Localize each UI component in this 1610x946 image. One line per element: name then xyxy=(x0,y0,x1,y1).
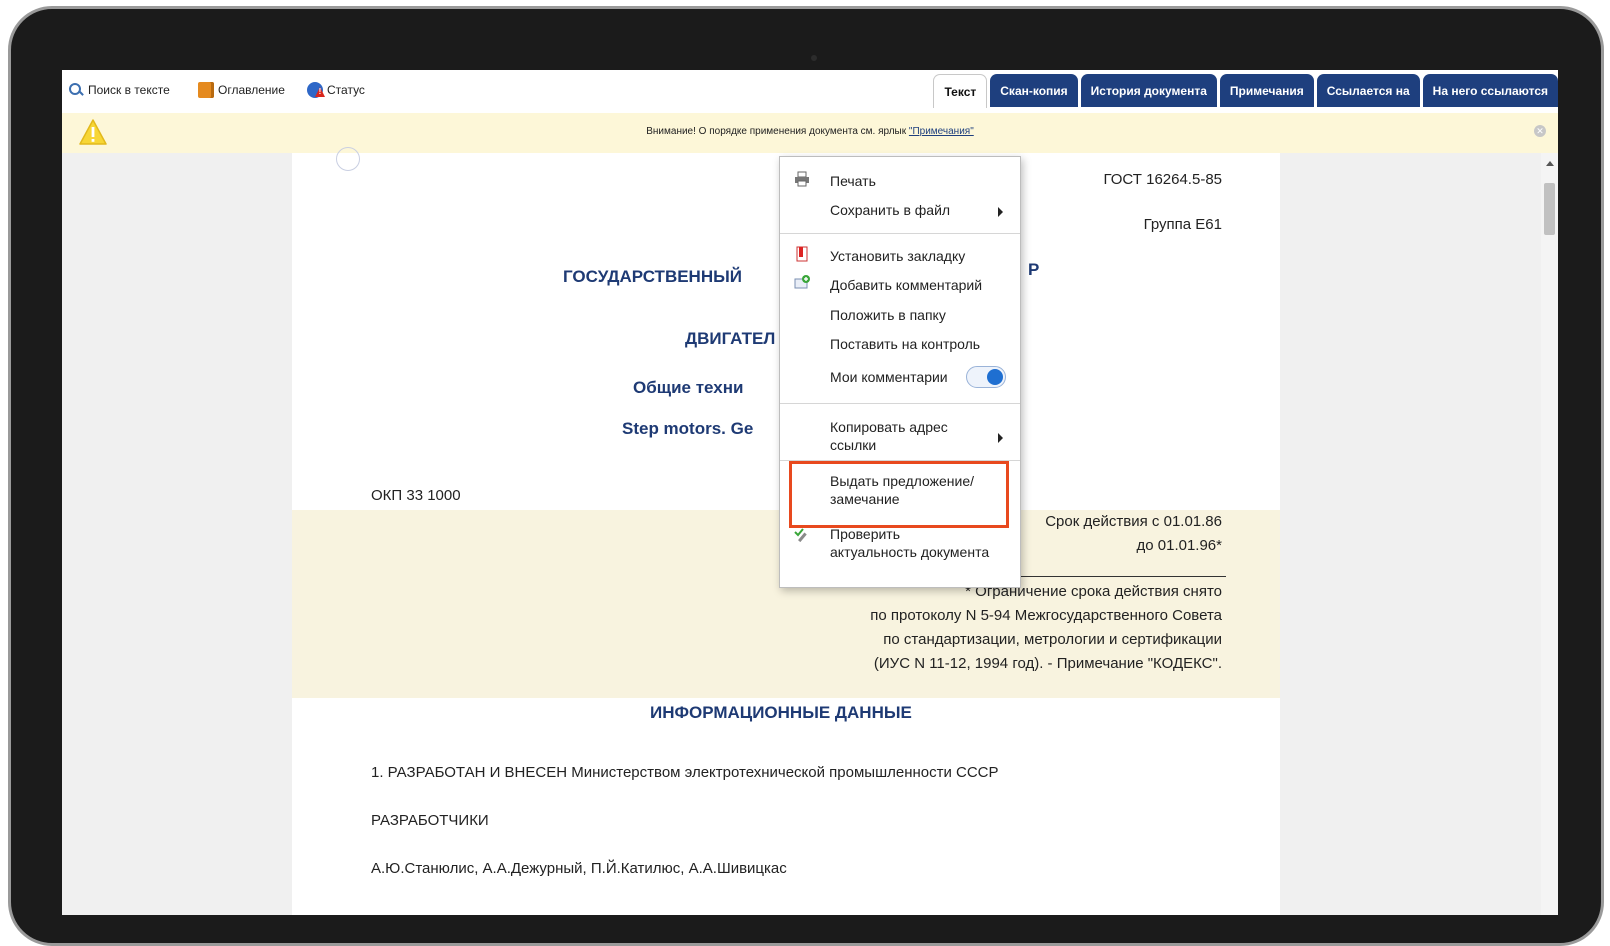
tab-references[interactable]: Ссылается на xyxy=(1316,74,1420,107)
tab-referenced-by[interactable]: На него ссылаются xyxy=(1422,74,1558,107)
search-label: Поиск в тексте xyxy=(88,83,170,97)
vertical-scrollbar[interactable] xyxy=(1541,153,1558,915)
note-line-2: по протоколу N 5-94 Межгосударственного … xyxy=(870,607,1222,624)
validity-line-2: до 01.01.96* xyxy=(1136,537,1223,554)
note-line-4: (ИУС N 11-12, 1994 год). - Примечание "К… xyxy=(873,655,1222,672)
title-line-1: ГОСУДАРСТВЕННЫЙ xyxy=(563,267,742,286)
paragraph-authors: А.Ю.Станюлис, А.А.Дежурный, П.Й.Катилюс,… xyxy=(371,860,787,877)
title-line-4: Step motors. Ge xyxy=(622,419,754,438)
tab-document-history[interactable]: История документа xyxy=(1080,74,1217,107)
document-tabs: Текст Скан-копия История документа Приме… xyxy=(930,74,1558,108)
status-label: Статус xyxy=(327,83,365,97)
gost-number: ГОСТ 16264.5-85 xyxy=(1103,171,1222,188)
validity-line-1: Срок действия с 01.01.86 xyxy=(1045,513,1222,530)
notice-text: Внимание! О порядке применения документа… xyxy=(62,126,1558,137)
menu-item-save-to-file[interactable]: Сохранить в файл xyxy=(830,202,950,218)
menu-item-copy-link-line1[interactable]: Копировать адрес xyxy=(830,419,948,435)
scroll-up-icon[interactable] xyxy=(1546,161,1554,166)
check-actuality-icon xyxy=(794,528,807,542)
menu-item-check-line2[interactable]: актуальность документа xyxy=(830,544,989,560)
bookmark-icon xyxy=(796,246,808,262)
tab-notes[interactable]: Примечания xyxy=(1219,74,1314,107)
scroll-thumb[interactable] xyxy=(1544,183,1555,235)
note-line-3: по стандартизации, метрологии и сертифик… xyxy=(883,631,1222,648)
menu-item-put-on-control[interactable]: Поставить на контроль xyxy=(830,336,980,352)
menu-item-check-line1[interactable]: Проверить xyxy=(830,526,900,542)
menu-item-put-in-folder[interactable]: Положить в папку xyxy=(830,307,946,323)
menu-item-print[interactable]: Печать xyxy=(830,173,876,189)
menu-separator xyxy=(780,403,1020,404)
submenu-arrow-icon xyxy=(998,207,1003,217)
menu-item-add-comment[interactable]: Добавить комментарий xyxy=(830,277,982,293)
paragraph-developed: 1. РАЗРАБОТАН И ВНЕСЕН Министерством эле… xyxy=(371,764,999,781)
info-heading: ИНФОРМАЦИОННЫЕ ДАННЫЕ xyxy=(650,703,912,722)
menu-item-copy-link-line2[interactable]: ссылки xyxy=(830,437,876,453)
add-comment-icon xyxy=(794,275,810,289)
notice-notes-link[interactable]: "Примечания" xyxy=(909,126,974,137)
toc-label: Оглавление xyxy=(218,83,285,97)
menu-separator xyxy=(780,233,1020,234)
search-icon xyxy=(68,82,84,98)
circle-marker-icon xyxy=(336,147,360,171)
my-comments-toggle[interactable] xyxy=(966,366,1006,388)
paragraph-developers: РАЗРАБОТЧИКИ xyxy=(371,812,489,829)
okp-code: ОКП 33 1000 xyxy=(371,487,461,504)
camera-dot xyxy=(811,55,817,61)
app-window: Поиск в тексте Оглавление Статус Текст С… xyxy=(62,70,1558,915)
menu-item-set-bookmark[interactable]: Установить закладку xyxy=(830,248,965,264)
search-in-text-button[interactable]: Поиск в тексте xyxy=(68,80,170,100)
submenu-arrow-icon xyxy=(998,433,1003,443)
title-line-3: Общие техни xyxy=(633,378,744,397)
book-icon xyxy=(198,82,214,98)
printer-icon xyxy=(795,171,809,187)
toc-button[interactable]: Оглавление xyxy=(198,80,285,100)
notice-bar: Внимание! О порядке применения документа… xyxy=(62,113,1558,153)
close-icon[interactable]: ✕ xyxy=(1534,125,1546,137)
title-line-2: ДВИГАТЕЛ xyxy=(685,329,776,348)
status-button[interactable]: Статус xyxy=(307,80,365,100)
title-line-1-tail: Р xyxy=(1028,260,1040,279)
group-code: Группа Е61 xyxy=(1143,216,1222,233)
menu-item-my-comments[interactable]: Мои комментарии xyxy=(830,369,948,385)
annotation-highlight-box xyxy=(789,461,1009,528)
context-menu: Печать Сохранить в файл Установить закла… xyxy=(779,156,1021,588)
tab-scan-copy[interactable]: Скан-копия xyxy=(990,74,1078,107)
top-toolbar: Поиск в тексте Оглавление Статус Текст С… xyxy=(62,70,1558,112)
tab-text[interactable]: Текст xyxy=(933,74,988,108)
status-icon xyxy=(307,82,323,98)
notice-message: Внимание! О порядке применения документа… xyxy=(646,126,909,137)
